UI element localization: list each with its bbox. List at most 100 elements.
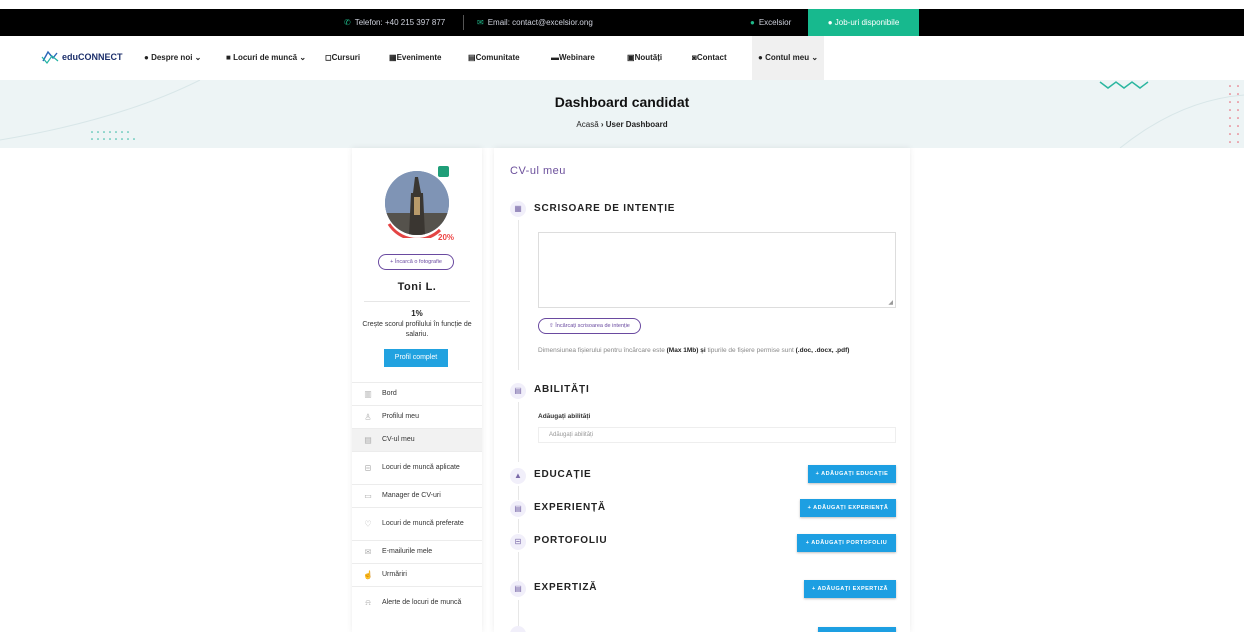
note-max-size: (Max 1Mb) xyxy=(666,347,699,354)
chevron-down-icon: ⌄ xyxy=(299,53,307,62)
graduation-cap-icon: ▲ xyxy=(510,468,526,484)
nav-contul-meu[interactable]: ● Contul meu ⌄ xyxy=(752,36,825,80)
upload-cover-letter-button[interactable]: ⇧ Încărcați scrisoarea de intenție xyxy=(538,318,641,334)
avatar-edit-icon[interactable] xyxy=(438,166,449,177)
briefcase-icon: ● xyxy=(827,18,835,27)
briefcase-icon: ■ xyxy=(226,53,231,62)
sidebar-item-manager-cv[interactable]: ▭ Manager de CV-uri xyxy=(352,484,482,507)
phone-text: Telefon: +40 215 397 877 xyxy=(354,18,446,27)
sidebar-item-cv[interactable]: ▤ CV-ul meu xyxy=(352,428,482,451)
sidebar-item-label: Bord xyxy=(382,390,397,397)
education-title: EDUCAȚIE xyxy=(534,469,592,480)
nav-evenimente[interactable]: ▦Evenimente xyxy=(389,36,441,80)
sidebar-item-label: E-mailurile mele xyxy=(382,548,433,555)
nav-noutati[interactable]: ▣Noutăți xyxy=(627,36,662,80)
cover-letter-icon: ▦ xyxy=(510,201,526,217)
user-icon: ♙ xyxy=(364,412,372,422)
jobs-available-button[interactable]: ● Job-uri disponibile xyxy=(808,9,919,36)
dashboard-icon: ▥ xyxy=(364,389,372,399)
org-link[interactable]: ● Excelsior xyxy=(750,9,791,36)
video-icon: ▬ xyxy=(551,53,559,62)
skills-label: Adăugați abilități xyxy=(538,413,591,420)
upload-photo-button[interactable]: + Încarcă o fotografie xyxy=(378,254,454,270)
sidebar-item-emailuri[interactable]: ✉ E-mailurile mele xyxy=(352,540,482,563)
phone-contact[interactable]: ✆ Telefon: +40 215 397 877 xyxy=(344,9,445,36)
sidebar-item-label: Urmăriri xyxy=(382,571,407,578)
logo[interactable]: eduCONNECT xyxy=(40,49,123,65)
email-contact[interactable]: ✉ Email: contact@excelsior.ong xyxy=(477,9,593,36)
resize-grip-icon[interactable]: ◢ xyxy=(888,299,893,306)
nav-label: Comunitate xyxy=(475,53,520,62)
portfolio-title: PORTOFOLIU xyxy=(534,535,608,546)
add-experience-button[interactable]: + ADĂUGAȚI EXPERIENȚĂ xyxy=(800,499,896,517)
add-portfolio-button[interactable]: + ADĂUGAȚI PORTOFOLIU xyxy=(797,534,896,552)
experience-icon: ▤ xyxy=(510,501,526,517)
nav-despre-noi[interactable]: ● Despre noi ⌄ xyxy=(144,36,201,80)
mail-icon: ✉ xyxy=(477,18,484,27)
section-line xyxy=(518,402,519,462)
profile-score: 1% xyxy=(411,309,423,318)
info-icon: ● xyxy=(144,53,149,62)
nav-label: Locuri de muncă xyxy=(233,53,298,62)
user-icon: ● xyxy=(750,18,755,27)
panel-title: CV-ul meu xyxy=(510,165,566,177)
nav-webinare[interactable]: ▬Webinare xyxy=(551,36,595,80)
expertise-title: EXPERTIZĂ xyxy=(534,582,598,593)
note-mid: tipurile de fișiere permise sunt xyxy=(707,347,794,354)
nav-comunitate[interactable]: ▤Comunitate xyxy=(468,36,520,80)
sidebar-item-preferate[interactable]: ♡ Locuri de muncă preferate xyxy=(352,507,482,540)
note-file-types: (.doc, .docx, .pdf) xyxy=(795,347,850,354)
upload-photo-label: Încarcă o fotografie xyxy=(394,259,442,265)
bell-icon: ⍾ xyxy=(365,598,371,607)
main-navigation: eduCONNECT ● Despre noi ⌄ ■ Locuri de mu… xyxy=(0,36,1244,80)
nav-label: Noutăți xyxy=(634,53,663,62)
avatar-photo xyxy=(385,171,449,235)
sidebar-item-label: Alerte de locuri de muncă xyxy=(382,599,462,606)
user-name: Toni L. xyxy=(397,281,437,293)
skills-input[interactable]: Adăugați abilități xyxy=(538,427,896,443)
breadcrumb-current: User Dashboard xyxy=(605,120,668,129)
note-prefix: Dimensiunea fișierului pentru încărcare … xyxy=(538,347,665,354)
section-line xyxy=(518,600,519,626)
page-header: Dashboard candidat Acasă › User Dashboar… xyxy=(0,80,1244,148)
complete-profile-button[interactable]: Profil complet xyxy=(384,349,448,367)
skills-icon: ▤ xyxy=(510,383,526,399)
add-expertise-button[interactable]: + ADĂUGAȚI EXPERTIZĂ xyxy=(804,580,896,598)
cv-panel: CV-ul meu ▦ SCRISOARE DE INTENȚIE ◢ ⇧ În… xyxy=(494,148,910,632)
sidebar-menu: ▥ Bord ♙ Profilul meu ▤ CV-ul meu ⊟ Locu… xyxy=(352,382,482,619)
jobs-label: Job-uri disponibile xyxy=(834,18,900,27)
sidebar-item-label: CV-ul meu xyxy=(382,436,415,443)
next-section-icon xyxy=(510,626,526,632)
breadcrumb: Acasă › User Dashboard xyxy=(0,120,1244,129)
sidebar-item-label: Locuri de muncă preferate xyxy=(382,520,464,527)
breadcrumb-separator: › xyxy=(600,120,604,129)
thumbs-up-icon: ☝ xyxy=(363,570,373,580)
section-line xyxy=(518,486,519,500)
profile-score-hint: Crește scorul profilului în funcție de s… xyxy=(362,321,472,338)
sidebar-item-aplicate[interactable]: ⊟ Locuri de muncă aplicate xyxy=(352,451,482,484)
profile-completion: 20% xyxy=(438,233,455,242)
nav-label: Webinare xyxy=(559,53,595,62)
sidebar-item-profil[interactable]: ♙ Profilul meu xyxy=(352,405,482,428)
nav-contact[interactable]: ◙Contact xyxy=(692,36,727,80)
phone-icon: ✆ xyxy=(344,18,351,27)
nav-locuri-de-munca[interactable]: ■ Locuri de muncă ⌄ xyxy=(226,36,306,80)
avatar xyxy=(382,168,452,238)
breadcrumb-home[interactable]: Acasă xyxy=(576,120,598,129)
mail-icon: ✉ xyxy=(364,547,372,557)
add-education-button[interactable]: + ADĂUGAȚI EDUCAȚIE xyxy=(808,465,896,483)
calendar-icon: ▦ xyxy=(389,53,397,62)
sidebar-item-label: Profilul meu xyxy=(382,413,419,420)
nav-label: Contact xyxy=(696,53,727,62)
sidebar-item-urmariri[interactable]: ☝ Urmăriri xyxy=(352,563,482,586)
sidebar-item-alerte[interactable]: ⍾ Alerte de locuri de muncă xyxy=(352,586,482,619)
topbar-divider xyxy=(463,15,464,30)
cover-letter-textarea[interactable]: ◢ xyxy=(538,232,896,308)
sidebar-item-label: Locuri de muncă aplicate xyxy=(382,464,460,471)
nav-cursuri[interactable]: ◻Cursuri xyxy=(325,36,360,80)
briefcase-icon: ⊟ xyxy=(364,463,372,473)
add-next-section-button[interactable] xyxy=(818,627,896,632)
page-title: Dashboard candidat xyxy=(554,94,690,110)
heart-icon: ♡ xyxy=(364,519,372,529)
sidebar-item-bord[interactable]: ▥ Bord xyxy=(352,382,482,405)
